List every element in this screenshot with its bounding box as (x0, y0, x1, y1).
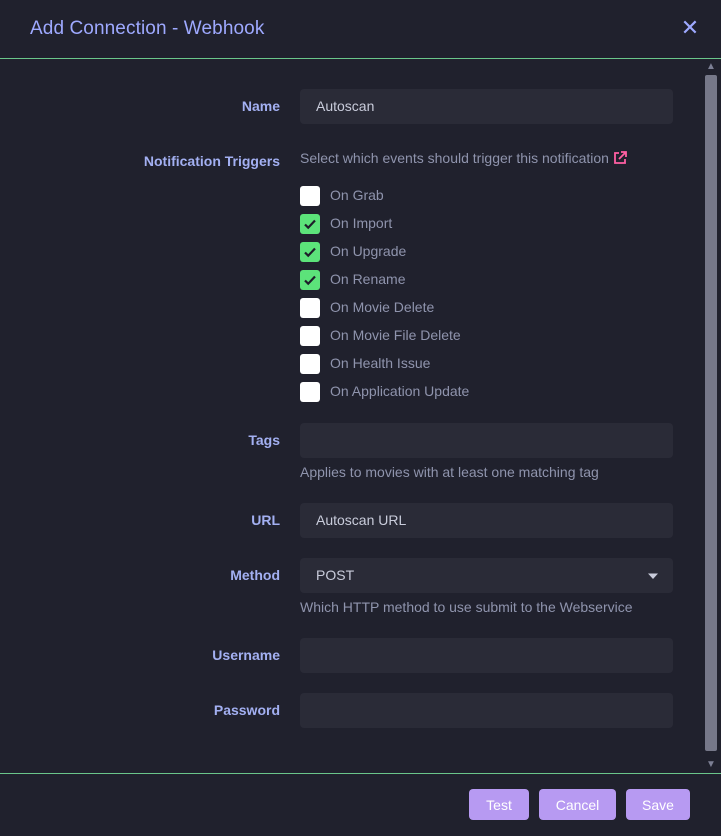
modal-body: Name Autoscan Notification Triggers Sele… (0, 59, 721, 773)
method-select[interactable]: POST (300, 558, 673, 593)
checkbox[interactable] (300, 214, 320, 234)
external-link-icon[interactable] (613, 151, 627, 168)
notification-triggers-help: Select which events should trigger this … (300, 150, 627, 168)
add-connection-modal: Add Connection - Webhook ✕ Name Autoscan… (0, 0, 721, 835)
checkbox[interactable] (300, 270, 320, 290)
method-label: Method (230, 567, 280, 583)
tags-input[interactable] (300, 423, 673, 458)
method-selected-value: POST (316, 567, 355, 583)
modal-title: Add Connection - Webhook (30, 18, 265, 39)
save-button[interactable]: Save (626, 789, 690, 820)
tags-help: Applies to movies with at least one matc… (300, 464, 599, 480)
trigger-label: On Movie Delete (330, 299, 435, 315)
modal-header: Add Connection - Webhook ✕ (0, 0, 721, 59)
scrollbar[interactable]: ▲ ▼ (704, 60, 718, 772)
check-icon (304, 219, 316, 230)
url-label: URL (251, 512, 280, 528)
check-icon (304, 275, 316, 286)
trigger-label: On Import (330, 215, 393, 231)
notification-triggers-label: Notification Triggers (143, 153, 280, 169)
scroll-up-arrow-icon[interactable]: ▲ (704, 60, 718, 74)
notification-triggers-help-text: Select which events should trigger this … (300, 150, 609, 166)
checkbox[interactable] (300, 382, 320, 402)
checkbox[interactable] (300, 326, 320, 346)
test-button[interactable]: Test (469, 789, 529, 820)
username-input[interactable] (300, 638, 673, 673)
method-help: Which HTTP method to use submit to the W… (300, 599, 633, 615)
scrollbar-thumb[interactable] (705, 75, 717, 751)
name-input[interactable]: Autoscan (300, 89, 673, 124)
trigger-label: On Grab (330, 187, 384, 203)
checkbox[interactable] (300, 186, 320, 206)
checkbox[interactable] (300, 354, 320, 374)
name-label: Name (241, 98, 280, 114)
trigger-label: On Movie File Delete (330, 327, 461, 343)
trigger-label: On Application Update (330, 383, 470, 399)
url-input[interactable]: Autoscan URL (300, 503, 673, 538)
trigger-label: On Rename (330, 271, 406, 287)
trigger-label: On Upgrade (330, 243, 407, 259)
checkbox[interactable] (300, 242, 320, 262)
check-icon (304, 247, 316, 258)
scroll-down-arrow-icon[interactable]: ▼ (704, 758, 718, 772)
password-label: Password (213, 702, 280, 718)
close-icon[interactable]: ✕ (679, 17, 701, 39)
username-label: Username (212, 647, 280, 663)
trigger-label: On Health Issue (330, 355, 431, 371)
cancel-button[interactable]: Cancel (539, 789, 616, 820)
checkbox[interactable] (300, 298, 320, 318)
caret-down-icon (648, 573, 658, 579)
modal-footer: Test Cancel Save (0, 773, 721, 836)
password-input[interactable] (300, 693, 673, 728)
tags-label: Tags (248, 432, 280, 448)
